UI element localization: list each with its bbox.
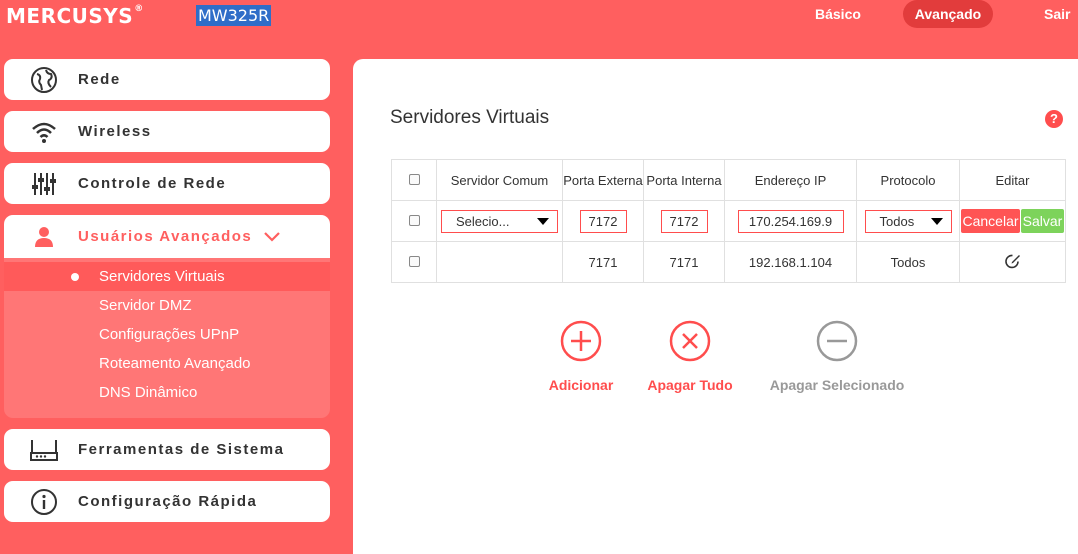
column-header: Servidor Comum	[436, 159, 563, 201]
wifi-icon	[29, 117, 59, 147]
sidebar-item-label: Ferramentas de Sistema	[78, 441, 285, 458]
sidebar-item-label: Usuários Avançados	[78, 228, 253, 245]
delete-selected-label: Apagar Selecionado	[769, 377, 905, 393]
submenu-item-label: Servidores Virtuais	[99, 268, 225, 285]
remove-circle-icon	[816, 320, 858, 362]
row-checkbox[interactable]	[408, 214, 420, 226]
globe-icon	[29, 65, 59, 95]
sidebar-item-label: Wireless	[78, 123, 152, 140]
row-select-cell	[391, 200, 437, 242]
edit-icon[interactable]	[1004, 252, 1022, 273]
save-button[interactable]: Salvar	[1021, 209, 1064, 233]
column-header: Porta Interna	[643, 159, 725, 201]
delete-selected-button[interactable]: Apagar Selecionado	[762, 320, 912, 393]
delete-all-button[interactable]: Apagar Tudo	[640, 320, 740, 393]
sidebar-item-ferramentas[interactable]: Ferramentas de Sistema	[4, 429, 330, 470]
nav-exit[interactable]: Sair	[1044, 0, 1070, 28]
help-icon[interactable]: ?	[1045, 110, 1063, 128]
virtual-servers-table: Servidor Comum Porta Externa Porta Inter…	[391, 159, 1066, 283]
info-icon	[29, 487, 59, 517]
sidebar-item-label: Rede	[78, 71, 121, 88]
submenu-item-label: DNS Dinâmico	[99, 384, 198, 401]
sidebar-item-controle-de-rede[interactable]: Controle de Rede	[4, 163, 330, 204]
nav-basic[interactable]: Básico	[815, 0, 861, 28]
chevron-down-icon	[264, 229, 281, 245]
ip-cell: 192.168.1.104	[724, 241, 857, 283]
protocol-select-value: Todos	[879, 213, 915, 229]
column-header: Porta Externa	[562, 159, 644, 201]
sidebar-item-usuarios-avancados[interactable]: Usuários Avançados	[4, 215, 330, 258]
row-select-cell	[391, 241, 437, 283]
user-icon	[29, 222, 59, 252]
edit-cell	[959, 241, 1066, 283]
protocol-select[interactable]: Todos	[864, 209, 952, 233]
top-bar: MERCUSYS® MW325R Básico Avançado Sair	[0, 0, 1078, 40]
protocol-cell: Todos	[856, 200, 960, 242]
submenu-item-upnp[interactable]: Configurações UPnP	[4, 320, 330, 349]
delete-circle-icon	[669, 320, 711, 362]
internal-port-cell: 7171	[643, 241, 725, 283]
add-circle-icon	[560, 320, 602, 362]
model-name: MW325R	[196, 5, 272, 26]
internal-port-cell: 7172	[643, 200, 725, 242]
page-title: Servidores Virtuais	[390, 107, 550, 128]
external-port-cell: 7172	[562, 200, 644, 242]
submenu-item-servidores-virtuais[interactable]: Servidores Virtuais	[4, 262, 330, 291]
dropdown-arrow-icon	[930, 217, 943, 225]
ip-cell: 170.254.169.9	[724, 200, 857, 242]
sidebar-item-rede[interactable]: Rede	[4, 59, 330, 100]
submenu-item-label: Servidor DMZ	[99, 297, 192, 314]
select-all-cell	[391, 159, 437, 201]
table-row-edit: Selecio... 7172 7172 170.254.169.9 Todos…	[391, 200, 1066, 242]
sidebar-item-wireless[interactable]: Wireless	[4, 111, 330, 152]
dropdown-arrow-icon	[537, 217, 549, 225]
submenu-item-label: Configurações UPnP	[99, 326, 240, 343]
table-row: 7171 7171 192.168.1.104 Todos	[391, 241, 1066, 283]
ip-address-input[interactable]: 170.254.169.9	[737, 209, 844, 233]
submenu-item-label: Roteamento Avançado	[99, 355, 251, 372]
external-port-input[interactable]: 7172	[579, 209, 627, 233]
edit-actions-cell: Cancelar Salvar	[959, 200, 1066, 242]
router-icon	[29, 435, 59, 465]
select-all-checkbox[interactable]	[408, 173, 420, 185]
brand-logo: MERCUSYS®	[6, 4, 144, 28]
table-header-row: Servidor Comum Porta Externa Porta Inter…	[391, 159, 1066, 201]
column-header: Endereço IP	[724, 159, 857, 201]
sliders-icon	[29, 169, 59, 199]
submenu-usuarios-avancados: Servidores Virtuais Servidor DMZ Configu…	[4, 258, 330, 418]
nav-advanced[interactable]: Avançado	[903, 0, 993, 28]
service-cell	[436, 241, 563, 283]
service-select[interactable]: Selecio...	[441, 209, 558, 233]
sidebar-item-configuracao-rapida[interactable]: Configuração Rápida	[4, 481, 330, 522]
selected-dot-icon	[71, 273, 79, 281]
protocol-cell: Todos	[856, 241, 960, 283]
external-port-cell: 7171	[562, 241, 644, 283]
sidebar-item-label: Configuração Rápida	[78, 493, 258, 510]
brand-name: MERCUSYS	[6, 4, 134, 28]
add-label: Adicionar	[548, 377, 614, 393]
column-header: Editar	[959, 159, 1066, 201]
submenu-item-servidor-dmz[interactable]: Servidor DMZ	[4, 291, 330, 320]
sidebar-item-label: Controle de Rede	[78, 175, 227, 192]
internal-port-input[interactable]: 7172	[660, 209, 708, 233]
main-panel: Servidores Virtuais ? Servidor Comum Por…	[353, 59, 1078, 554]
delete-all-label: Apagar Tudo	[647, 377, 733, 393]
submenu-item-roteamento[interactable]: Roteamento Avançado	[4, 349, 330, 378]
column-header: Protocolo	[856, 159, 960, 201]
service-select-value: Selecio...	[456, 213, 510, 229]
submenu-item-dns[interactable]: DNS Dinâmico	[4, 378, 330, 407]
row-checkbox[interactable]	[408, 255, 420, 267]
service-cell: Selecio...	[436, 200, 563, 242]
cancel-button[interactable]: Cancelar	[961, 209, 1020, 233]
add-button[interactable]: Adicionar	[536, 320, 626, 393]
